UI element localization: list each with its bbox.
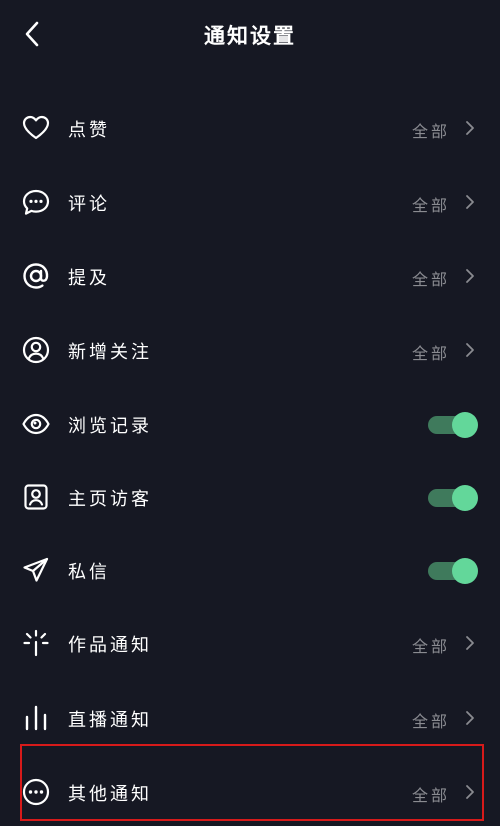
settings-row-new-follows[interactable]: 新增关注 全部 — [0, 320, 500, 380]
chevron-right-icon — [466, 636, 474, 650]
comment-icon — [20, 187, 52, 217]
settings-row-mentions[interactable]: 提及 全部 — [0, 246, 500, 306]
settings-row-messages: 私信 — [0, 540, 500, 600]
row-label: 作品通知 — [68, 635, 152, 656]
chevron-right-icon — [466, 269, 474, 283]
row-value: 全部 — [411, 270, 450, 289]
toggle-knob — [452, 558, 478, 584]
row-value: 全部 — [411, 122, 450, 141]
heart-icon — [20, 113, 52, 143]
settings-row-live[interactable]: 直播通知 全部 — [0, 688, 500, 748]
row-label: 评论 — [68, 194, 110, 215]
eye-icon — [20, 409, 52, 439]
chevron-right-icon — [466, 195, 474, 209]
row-value: 全部 — [411, 344, 450, 363]
toggle-knob — [452, 485, 478, 511]
at-icon — [20, 261, 52, 291]
chevron-right-icon — [466, 343, 474, 357]
settings-row-comments[interactable]: 评论 全部 — [0, 172, 500, 232]
settings-row-browse-history: 浏览记录 — [0, 394, 500, 454]
send-icon — [20, 555, 52, 585]
user-circle-icon — [20, 335, 52, 365]
row-label: 主页访客 — [68, 489, 152, 510]
profile-visitors-toggle[interactable] — [428, 483, 478, 511]
browse-history-toggle[interactable] — [428, 410, 478, 438]
row-value: 全部 — [411, 196, 450, 215]
top-bar: 通知设置 — [0, 0, 500, 68]
sparkle-icon — [20, 628, 52, 658]
messages-toggle[interactable] — [428, 556, 478, 584]
row-label: 浏览记录 — [68, 416, 152, 437]
bars-icon — [20, 703, 52, 733]
highlight-box — [20, 744, 484, 821]
row-label: 新增关注 — [68, 342, 152, 363]
row-label: 私信 — [68, 562, 110, 583]
toggle-knob — [452, 412, 478, 438]
chevron-right-icon — [466, 711, 474, 725]
profile-card-icon — [20, 482, 52, 512]
chevron-right-icon — [466, 121, 474, 135]
row-value: 全部 — [411, 712, 450, 731]
row-label: 直播通知 — [68, 710, 152, 731]
row-label: 点赞 — [68, 120, 110, 141]
settings-row-profile-visitors: 主页访客 — [0, 467, 500, 527]
settings-row-likes[interactable]: 点赞 全部 — [0, 98, 500, 158]
page-title: 通知设置 — [204, 24, 296, 48]
row-value: 全部 — [411, 637, 450, 656]
settings-row-works[interactable]: 作品通知 全部 — [0, 613, 500, 673]
row-label: 提及 — [68, 268, 110, 289]
